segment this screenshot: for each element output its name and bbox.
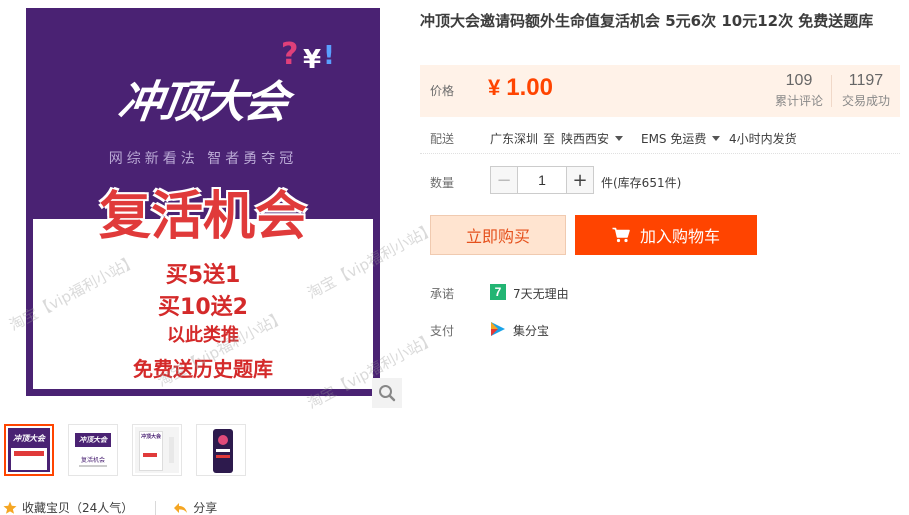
stat-divider xyxy=(831,75,832,107)
quantity-label: 数量 xyxy=(430,176,455,190)
price-label: 价格 xyxy=(430,84,455,98)
payment-text[interactable]: 集分宝 xyxy=(513,322,549,339)
quantity-stepper: − 1 + xyxy=(490,166,594,194)
price-amount: 1.00 xyxy=(506,74,553,101)
brand-logo-text: 冲顶大会 xyxy=(114,77,290,128)
product-main-image[interactable]: ? ¥ ! 冲顶大会 网综新看法 智者勇夺冠 买5送1 买10送2 以此类推 免… xyxy=(26,8,380,396)
divider xyxy=(155,500,157,515)
share-button[interactable]: 分享 xyxy=(172,499,217,515)
thumbnail-2[interactable]: 冲顶大会 复活机会 xyxy=(68,424,118,476)
reviews-label: 累计评论 xyxy=(774,94,823,108)
add-to-cart-button[interactable]: 加入购物车 xyxy=(575,215,757,255)
thumbnail-3[interactable]: 冲顶大会 xyxy=(132,424,182,476)
promo-line-4: 免费送历史题库 xyxy=(133,357,273,381)
reviews-count: 109 xyxy=(785,72,813,89)
brand-slogan: 网综新看法 智者勇夺冠 xyxy=(108,151,298,167)
sales-count: 1197 xyxy=(848,72,884,89)
quantity-increase-button[interactable]: + xyxy=(566,166,594,194)
bottom-actions: 收藏宝贝（24人气） 分享 xyxy=(3,499,217,515)
reviews-stat[interactable]: 109 累计评论 xyxy=(774,72,824,109)
thumbnail-label: 冲顶大会 xyxy=(141,434,162,440)
star-icon xyxy=(3,501,17,514)
thumbnail-label: 冲顶大会 xyxy=(13,434,45,443)
zoom-button[interactable] xyxy=(372,378,402,408)
thumbnail-strip: 冲顶大会 冲顶大会 复活机会 冲顶大会 xyxy=(4,424,246,476)
seven-day-return-icon: 7 xyxy=(490,284,506,300)
quantity-decrease-button[interactable]: − xyxy=(490,166,518,194)
sales-stat: 1197 交易成功 xyxy=(840,72,892,109)
thumbnail-label: 复活机会 xyxy=(80,457,105,464)
product-title: 冲顶大会邀请码额外生命值复活机会 5元6次 10元12次 免费送题库 xyxy=(420,12,874,30)
banner-title: 复活机会 xyxy=(98,187,307,247)
quantity-input[interactable]: 1 xyxy=(518,166,566,194)
thumbnail-1[interactable]: 冲顶大会 xyxy=(4,424,54,476)
share-label: 分享 xyxy=(193,501,218,515)
price-panel: 价格 ¥1.00 109 累计评论 1197 交易成功 xyxy=(420,65,900,117)
promise-label: 承诺 xyxy=(430,287,455,301)
shipping-label: 配送 xyxy=(430,132,455,146)
price-value: ¥1.00 xyxy=(488,74,553,102)
promo-line-1: 买5送1 xyxy=(165,263,241,288)
payment-label: 支付 xyxy=(430,324,455,338)
destination-value: 陕西西安 xyxy=(561,132,610,146)
promo-line-2: 买10送2 xyxy=(158,295,248,320)
promo-line-3: 以此类推 xyxy=(167,325,239,346)
thumbnail-4[interactable] xyxy=(196,424,246,476)
shipping-method-select[interactable]: EMS 免运费 xyxy=(641,130,721,147)
shipping-row: 配送 广东深圳 至 陕西西安 EMS 免运费 4小时内发货 xyxy=(420,130,900,154)
favorite-label: 收藏宝贝（24人气） xyxy=(22,501,134,515)
chevron-down-icon xyxy=(615,136,624,141)
buy-now-button[interactable]: 立即购买 xyxy=(430,215,566,255)
jifenbao-icon xyxy=(491,322,505,336)
chevron-down-icon xyxy=(712,136,721,141)
stock-text: 件(库存651件) xyxy=(601,176,682,190)
promise-text[interactable]: 7天无理由 xyxy=(513,285,569,302)
dispatch-time: 4小时内发货 xyxy=(729,132,797,146)
magnifier-icon xyxy=(379,385,396,402)
shipping-method-value: EMS 免运费 xyxy=(641,132,707,146)
add-to-cart-label: 加入购物车 xyxy=(639,227,720,246)
currency-symbol: ¥ xyxy=(488,75,501,100)
destination-select[interactable]: 陕西西安 xyxy=(561,130,624,147)
ship-to-word: 至 xyxy=(543,132,556,146)
ship-from: 广东深圳 xyxy=(490,132,539,146)
shopping-cart-icon xyxy=(612,227,630,243)
share-icon xyxy=(174,502,188,513)
sales-label: 交易成功 xyxy=(841,94,890,108)
favorite-button[interactable]: 收藏宝贝（24人气） xyxy=(3,499,133,515)
